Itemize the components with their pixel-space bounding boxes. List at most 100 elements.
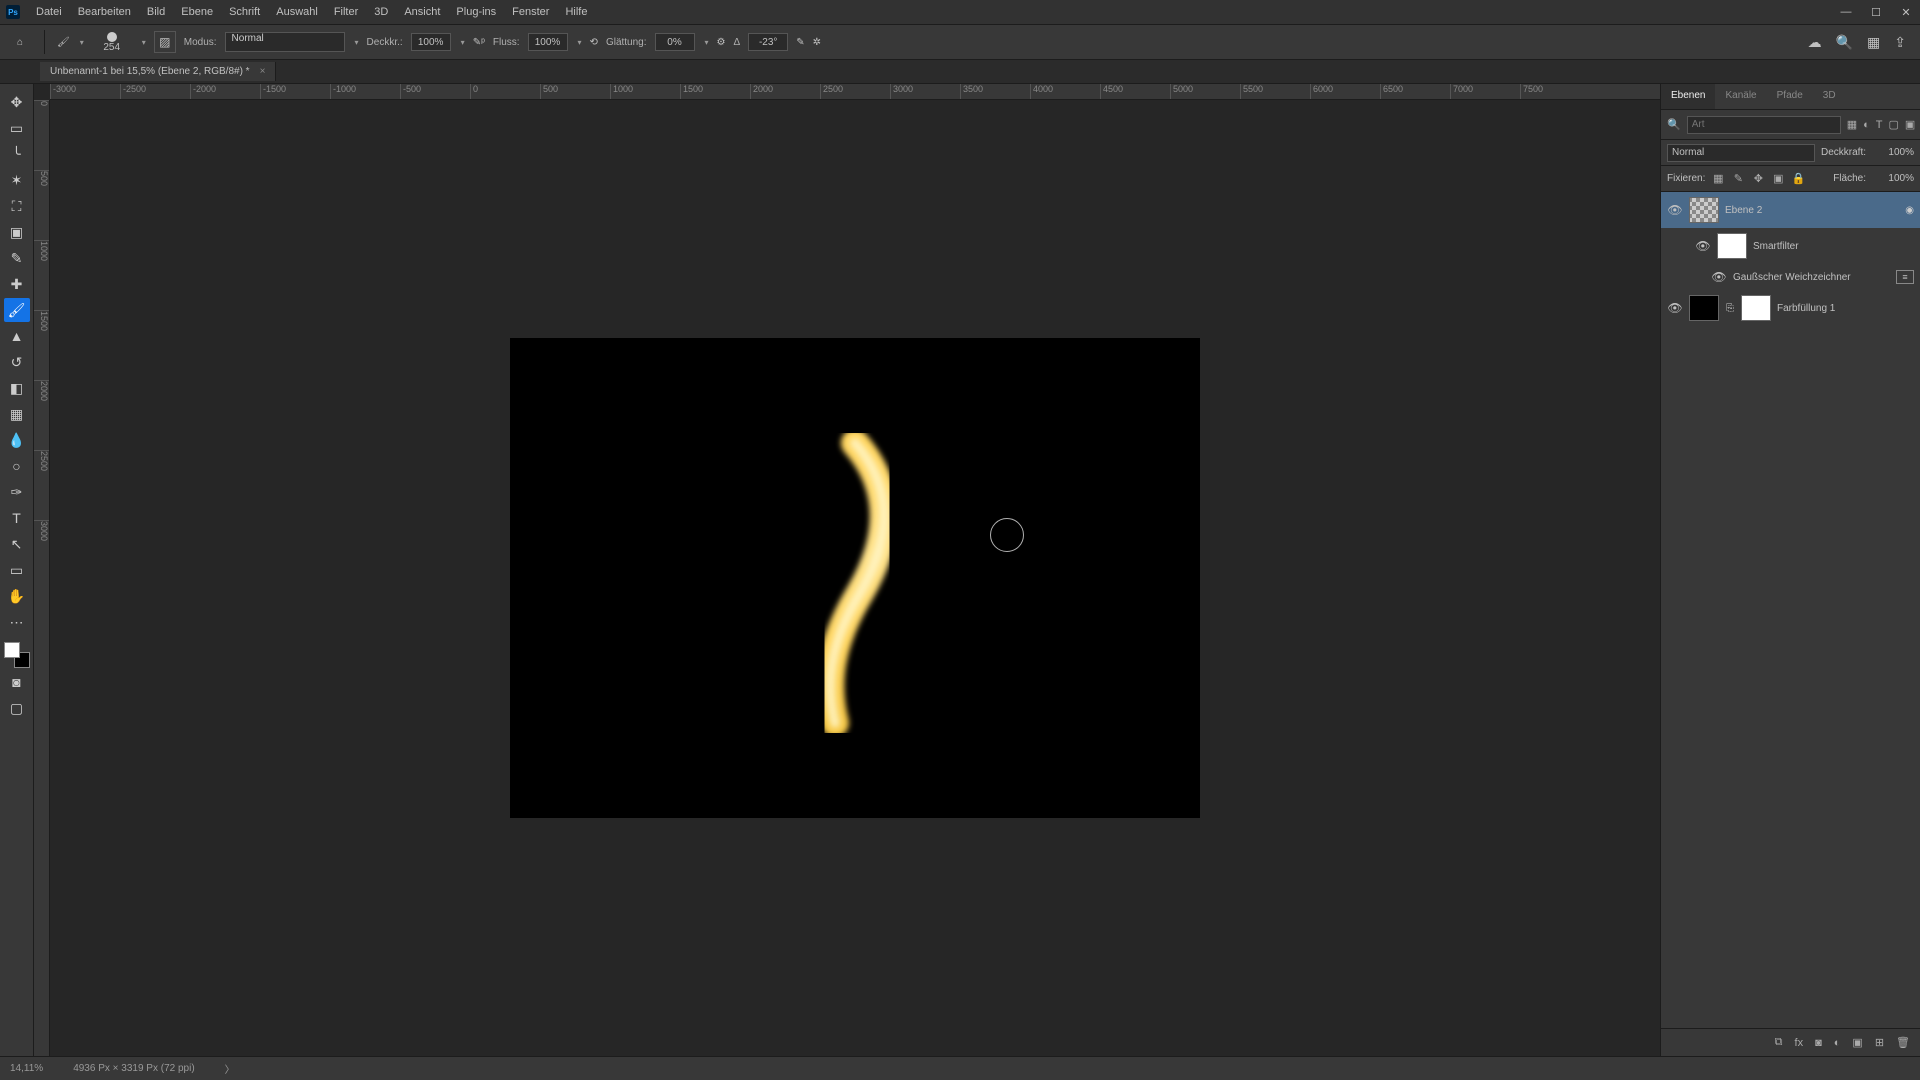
menu-fenster[interactable]: Fenster: [504, 2, 557, 22]
layer-filter-input[interactable]: [1687, 116, 1841, 134]
menu-bearbeiten[interactable]: Bearbeiten: [70, 2, 139, 22]
menu-3d[interactable]: 3D: [366, 2, 396, 22]
layer-row-gaussian[interactable]: 👁 Gaußscher Weichzeichner ≡: [1661, 264, 1920, 290]
lock-all-icon[interactable]: 🔒: [1791, 172, 1805, 185]
visibility-icon[interactable]: 👁: [1711, 270, 1727, 284]
lock-paint-icon[interactable]: ✎: [1731, 172, 1745, 185]
search-icon[interactable]: 🔍: [1836, 34, 1853, 51]
pressure-size-icon[interactable]: ✎: [796, 37, 804, 48]
stamp-tool-icon[interactable]: ▲: [4, 324, 30, 348]
menu-plugins[interactable]: Plug-ins: [448, 2, 504, 22]
home-icon[interactable]: ⌂: [8, 30, 32, 54]
tab-kanaele[interactable]: Kanäle: [1715, 84, 1766, 109]
layer-name[interactable]: Smartfilter: [1753, 241, 1914, 252]
dodge-tool-icon[interactable]: ○: [4, 454, 30, 478]
link-layers-icon[interactable]: ⧉: [1775, 1036, 1783, 1049]
brush-tool-icon[interactable]: 🖌: [57, 37, 70, 48]
eraser-tool-icon[interactable]: ◧: [4, 376, 30, 400]
quickmask-icon[interactable]: ◙: [4, 670, 30, 694]
workspace-icon[interactable]: ▦: [1867, 34, 1880, 51]
new-layer-icon[interactable]: ⊞: [1875, 1036, 1884, 1049]
more-tools-icon[interactable]: ⋯: [4, 610, 30, 634]
group-icon[interactable]: ▣: [1852, 1036, 1862, 1049]
color-swatches[interactable]: [4, 642, 30, 668]
menu-ebene[interactable]: Ebene: [173, 2, 221, 22]
lock-position-icon[interactable]: ✥: [1751, 172, 1765, 185]
opacity-value[interactable]: 100%: [411, 33, 451, 51]
wand-tool-icon[interactable]: ✶: [4, 168, 30, 192]
angle-value[interactable]: -23°: [748, 33, 788, 51]
lock-transparent-icon[interactable]: ▦: [1711, 172, 1725, 185]
layer-thumb[interactable]: [1689, 197, 1719, 223]
fill-value[interactable]: 100%: [1872, 173, 1914, 184]
menu-filter[interactable]: Filter: [326, 2, 366, 22]
blend-mode-select[interactable]: Normal: [225, 32, 345, 52]
lock-artboard-icon[interactable]: ▣: [1771, 172, 1785, 185]
link-icon[interactable]: ⎘: [1725, 303, 1735, 314]
menu-bild[interactable]: Bild: [139, 2, 173, 22]
artboard[interactable]: [510, 338, 1200, 818]
window-close-icon[interactable]: ✕: [1892, 2, 1920, 22]
close-icon[interactable]: ×: [260, 66, 266, 77]
layer-name[interactable]: Gaußscher Weichzeichner: [1733, 272, 1890, 283]
chevron-down-icon[interactable]: ▾: [355, 38, 359, 47]
eyedropper-tool-icon[interactable]: ✎: [4, 246, 30, 270]
tab-ebenen[interactable]: Ebenen: [1661, 84, 1715, 109]
gradient-tool-icon[interactable]: ▦: [4, 402, 30, 426]
filter-mask-thumb[interactable]: [1717, 233, 1747, 259]
fx-icon[interactable]: fx: [1795, 1037, 1804, 1049]
chevron-down-icon[interactable]: ▾: [705, 38, 709, 47]
chevron-down-icon[interactable]: ▾: [461, 38, 465, 47]
foreground-swatch[interactable]: [4, 642, 20, 658]
layer-name[interactable]: Ebene 2: [1725, 205, 1899, 216]
mask-icon[interactable]: ◙: [1815, 1037, 1822, 1049]
frame-tool-icon[interactable]: ▣: [4, 220, 30, 244]
move-tool-icon[interactable]: ✥: [4, 90, 30, 114]
fill-thumb[interactable]: [1689, 295, 1719, 321]
chevron-down-icon[interactable]: ▾: [142, 38, 146, 47]
brush-panel-toggle[interactable]: ▨: [154, 31, 176, 53]
search-icon[interactable]: 🔍: [1667, 118, 1681, 131]
share-icon[interactable]: ⇪: [1894, 34, 1906, 51]
menu-ansicht[interactable]: Ansicht: [396, 2, 448, 22]
path-select-tool-icon[interactable]: ↖: [4, 532, 30, 556]
type-tool-icon[interactable]: T: [4, 506, 30, 530]
visibility-icon[interactable]: 👁: [1667, 203, 1683, 217]
filter-type-icon[interactable]: T: [1876, 119, 1883, 131]
shape-tool-icon[interactable]: ▭: [4, 558, 30, 582]
filter-shape-icon[interactable]: ▢: [1889, 118, 1899, 131]
chevron-down-icon[interactable]: ▾: [80, 38, 84, 47]
tab-3d[interactable]: 3D: [1813, 84, 1846, 109]
healing-tool-icon[interactable]: ✚: [4, 272, 30, 296]
brush-preset-chip[interactable]: 254: [92, 32, 132, 53]
layer-row-smartfilter[interactable]: 👁 Smartfilter: [1661, 228, 1920, 264]
delete-icon[interactable]: 🗑: [1896, 1036, 1910, 1049]
flow-value[interactable]: 100%: [528, 33, 568, 51]
filter-adjust-icon[interactable]: ◐: [1863, 119, 1870, 131]
smoothing-value[interactable]: 0%: [655, 33, 695, 51]
tab-pfade[interactable]: Pfade: [1767, 84, 1813, 109]
zoom-level[interactable]: 14,11%: [10, 1063, 43, 1074]
smoothing-gear-icon[interactable]: ⚙: [717, 37, 726, 48]
pressure-opacity-icon[interactable]: ✎ᵖ: [473, 37, 485, 48]
cloud-docs-icon[interactable]: ☁: [1808, 34, 1822, 51]
layer-blend-select[interactable]: Normal: [1667, 144, 1815, 162]
window-minimize-icon[interactable]: —: [1832, 2, 1860, 22]
menu-hilfe[interactable]: Hilfe: [557, 2, 595, 22]
chevron-down-icon[interactable]: ▾: [578, 38, 582, 47]
layer-opacity-value[interactable]: 100%: [1872, 147, 1914, 158]
doc-info[interactable]: 4936 Px × 3319 Px (72 ppi): [73, 1063, 194, 1074]
brush-tool-icon[interactable]: 🖌: [4, 298, 30, 322]
filter-smart-icon[interactable]: ▣: [1905, 118, 1915, 131]
layer-row-ebene2[interactable]: 👁 Ebene 2 ◉: [1661, 192, 1920, 228]
menu-auswahl[interactable]: Auswahl: [268, 2, 326, 22]
mask-thumb[interactable]: [1741, 295, 1771, 321]
history-brush-tool-icon[interactable]: ↺: [4, 350, 30, 374]
document-tab[interactable]: Unbenannt-1 bei 15,5% (Ebene 2, RGB/8#) …: [40, 62, 276, 81]
doc-info-chevron-icon[interactable]: 〉: [225, 1061, 235, 1076]
menu-datei[interactable]: Datei: [28, 2, 70, 22]
window-maximize-icon[interactable]: ☐: [1862, 2, 1890, 22]
menu-schrift[interactable]: Schrift: [221, 2, 268, 22]
marquee-tool-icon[interactable]: ▭: [4, 116, 30, 140]
symmetry-icon[interactable]: ✲: [813, 37, 821, 48]
